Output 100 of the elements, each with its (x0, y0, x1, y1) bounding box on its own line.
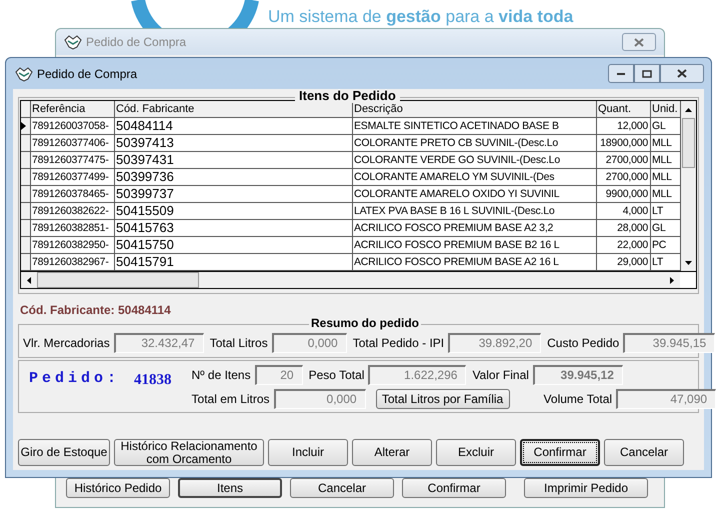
scroll-left-icon (27, 276, 31, 284)
close-button[interactable] (660, 64, 704, 83)
table-cell: 7891260382851- (31, 220, 115, 236)
row-indicator[interactable] (21, 254, 31, 270)
action-button[interactable]: Excluir (436, 439, 516, 466)
field-label: Total Pedido - IPI (352, 335, 444, 352)
row-indicator[interactable] (21, 152, 31, 168)
horizontal-scrollbar[interactable] (21, 271, 696, 288)
scroll-up-icon (685, 108, 692, 112)
action-button[interactable]: Giro de Estoque (18, 439, 110, 466)
minimize-button[interactable] (608, 64, 634, 83)
table-cell: 7891260377499- (31, 169, 115, 185)
group-title: Itens do Pedido (295, 89, 400, 103)
table-cell: 50484114 (115, 118, 353, 134)
readonly-field[interactable]: 0,000 (272, 333, 347, 353)
row-indicator[interactable] (21, 135, 31, 151)
table-cell: 50397431 (115, 152, 353, 168)
table-cell: 7891260382950- (31, 237, 115, 253)
row-indicator[interactable] (21, 203, 31, 219)
table-cell: 50415750 (115, 237, 353, 253)
table-cell: 50397413 (115, 135, 353, 151)
column-header[interactable]: Referência (31, 101, 115, 117)
tagline: Um sistema de gestão para a vida toda (268, 6, 574, 28)
row-indicator[interactable] (21, 118, 31, 134)
column-header[interactable]: Quant. (597, 101, 651, 117)
tab-button[interactable]: Histórico Pedido (66, 478, 170, 498)
table-cell: COLORANTE AMARELO OXIDO YI SUVINIL (353, 186, 597, 202)
field-label: Total Litros (210, 335, 268, 352)
table-cell: ACRILICO FOSCO PREMIUM BASE A2 16 L (353, 254, 597, 270)
table-cell: 7891260037058- (31, 118, 115, 134)
column-header[interactable]: Cód. Fabricante (115, 101, 353, 117)
readonly-field[interactable]: 32.432,47 (114, 333, 204, 353)
table-cell: 50415763 (115, 220, 353, 236)
table-cell: 2700,000 (597, 152, 651, 168)
table-cell: ESMALTE SINTETICO ACETINADO BASE B (353, 118, 597, 134)
readonly-field[interactable]: 39.945,12 (532, 365, 623, 385)
readonly-field[interactable]: 47,090 (616, 389, 716, 409)
table-cell: 50399736 (115, 169, 353, 185)
table-cell: 9900,000 (597, 186, 651, 202)
scroll-down-icon (685, 260, 692, 264)
scroll-thumb[interactable] (682, 118, 695, 168)
table-cell: 50415791 (115, 254, 353, 270)
readonly-field[interactable]: 39.945,15 (623, 333, 716, 353)
table-cell: 4,000 (597, 203, 651, 219)
table-cell: ACRILICO FOSCO PREMIUM BASE B2 16 L (353, 237, 597, 253)
scroll-thumb[interactable] (37, 272, 199, 288)
action-button[interactable]: Histórico Relacionamento com Orcamento (114, 439, 264, 466)
maximize-button[interactable] (634, 64, 660, 83)
table-cell: LATEX PVA BASE B 16 L SUVINIL-(Desc.Lo (353, 203, 597, 219)
scroll-right-icon (670, 276, 674, 284)
row-indicator[interactable] (21, 169, 31, 185)
window-title: Pedido de Compra (37, 66, 138, 82)
table-cell: 7891260382622- (31, 203, 115, 219)
table-cell: 7891260382967- (31, 254, 115, 270)
action-button[interactable]: Incluir (268, 439, 348, 466)
table-cell: 7891260378465- (31, 186, 115, 202)
row-indicator[interactable] (21, 237, 31, 253)
order-number: 41838 (134, 371, 172, 390)
column-header[interactable]: Descrição (353, 101, 597, 117)
table-cell: 18900,000 (597, 135, 651, 151)
table-cell: COLORANTE PRETO CB SUVINIL-(Desc.Lo (353, 135, 597, 151)
row-indicator[interactable] (21, 220, 31, 236)
action-button[interactable]: Alterar (352, 439, 432, 466)
action-button[interactable]: Confirmar (520, 439, 600, 466)
table-cell: 28,000 (597, 220, 651, 236)
field-label: Vlr. Mercadorias (23, 335, 110, 352)
maximize-icon (642, 70, 652, 78)
readonly-field[interactable]: 0,000 (274, 389, 366, 409)
table-cell: 2700,000 (597, 169, 651, 185)
table-cell: 22,000 (597, 237, 651, 253)
vertical-scrollbar[interactable] (681, 101, 696, 271)
group-title: Resumo do pedido (309, 317, 421, 330)
table-cell: 29,000 (597, 254, 651, 270)
app-icon (64, 34, 82, 50)
close-icon (634, 38, 644, 46)
tab-button[interactable]: Imprimir Pedido (524, 478, 648, 498)
readonly-field[interactable]: 20 (254, 365, 303, 385)
tab-button[interactable]: Confirmar (402, 478, 506, 498)
field-label: Custo Pedido (547, 335, 620, 352)
row-indicator[interactable] (21, 186, 31, 202)
field-label: Valor Final (472, 367, 529, 384)
field-label: Total em Litros (192, 391, 270, 408)
logo-ring-icon (130, 0, 260, 28)
readonly-field[interactable]: 39.892,20 (448, 333, 542, 353)
app-icon (15, 66, 33, 82)
close-icon (677, 69, 687, 78)
field-label: Volume Total (544, 391, 612, 408)
table-cell: 7891260377406- (31, 135, 115, 151)
readonly-field[interactable]: 1.622,296 (368, 365, 466, 385)
table-cell: 50415509 (115, 203, 353, 219)
action-button[interactable]: Cancelar (604, 439, 684, 466)
total-liters-button[interactable]: Total Litros por Família (376, 389, 510, 409)
tab-button[interactable]: Itens (178, 478, 282, 498)
table-cell: COLORANTE AMARELO YM SUVINIL-(Des (353, 169, 597, 185)
window-title: Pedido de Compra (86, 34, 186, 51)
field-label: Nº de Itens (192, 367, 251, 384)
tab-button[interactable]: Cancelar (290, 478, 394, 498)
minimize-icon (616, 72, 626, 76)
table-cell: ACRILICO FOSCO PREMIUM BASE A2 3,2 (353, 220, 597, 236)
table-cell: 50399737 (115, 186, 353, 202)
